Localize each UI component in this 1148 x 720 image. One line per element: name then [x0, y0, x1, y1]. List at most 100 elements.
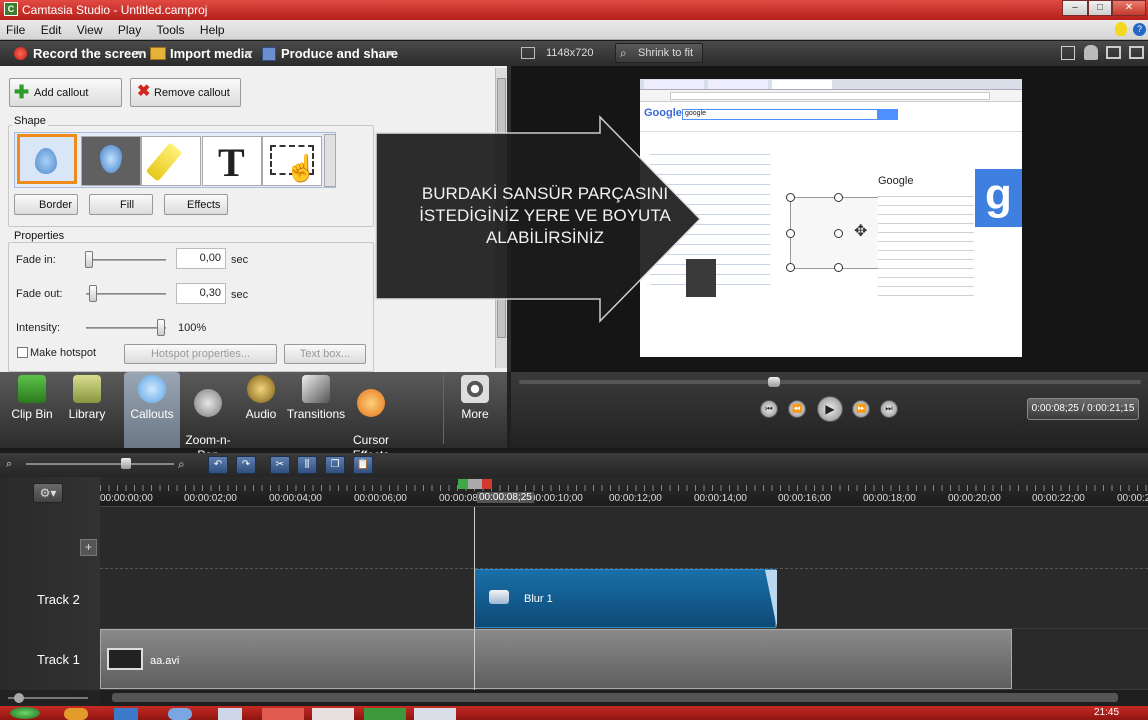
skip-back-button[interactable]: ⏮ [760, 400, 778, 418]
media-icon[interactable] [218, 708, 242, 720]
gear-icon[interactable]: ⚙▾ [33, 483, 63, 503]
scrub-thumb[interactable] [768, 377, 780, 387]
menu-help[interactable]: Help [194, 20, 231, 37]
hotspot-properties-button[interactable]: Hotspot properties... [124, 344, 277, 364]
tab-audio-label: Audio [245, 407, 277, 421]
taskbar-app[interactable] [414, 708, 456, 720]
fade-out-handle[interactable] [765, 570, 777, 628]
pan-hand-icon[interactable] [1084, 45, 1098, 60]
remove-callout-button[interactable]: ✖ Remove callout [130, 78, 241, 107]
dimensions-icon[interactable] [521, 47, 535, 59]
timeline-zoom-slider[interactable] [26, 463, 174, 465]
fade-out-slider[interactable] [86, 293, 166, 295]
track-1-label[interactable]: Track 1 [37, 652, 80, 667]
resize-handle[interactable] [786, 263, 795, 272]
video-clip[interactable]: aa.avi [100, 629, 1012, 689]
taskbar-app[interactable] [312, 708, 354, 720]
menu-file[interactable]: File [0, 20, 31, 37]
chevron-down-icon[interactable] [386, 51, 394, 56]
paste-button[interactable]: 📋 [353, 456, 373, 474]
maximize-button[interactable]: □ [1088, 0, 1112, 16]
skip-forward-button[interactable]: ⏭ [880, 400, 898, 418]
fast-forward-button[interactable]: ⏩ [852, 400, 870, 418]
tab-transitions[interactable]: Transitions [286, 372, 346, 448]
cut-button[interactable]: ✂ [270, 456, 290, 474]
explorer-icon[interactable] [114, 708, 138, 720]
shape-text[interactable]: T [202, 136, 262, 186]
shape-hotspot[interactable]: ☝ [262, 136, 322, 186]
taskbar-app[interactable] [262, 708, 304, 720]
zoom-in-icon[interactable]: ⌕ [178, 457, 185, 472]
fade-out-input[interactable]: 0,30 [176, 283, 226, 304]
tab-cursor-effects[interactable]: Cursor Effects [346, 372, 396, 462]
split-button[interactable]: ⫼ [297, 456, 317, 474]
fade-out-thumb[interactable] [89, 285, 97, 302]
shape-highlight[interactable] [141, 136, 201, 186]
timeline-hscroll[interactable] [100, 690, 1148, 706]
play-button[interactable]: ▶ [817, 396, 843, 422]
import-media-button[interactable]: Import media [170, 46, 252, 61]
intensity-slider[interactable] [86, 327, 166, 329]
menu-edit[interactable]: Edit [35, 20, 68, 37]
menu-view[interactable]: View [71, 20, 109, 37]
tips-icon[interactable] [1115, 22, 1127, 36]
zoom-out-icon[interactable]: ⌕ [6, 458, 12, 471]
resize-handle[interactable] [786, 193, 795, 202]
tab-library[interactable]: Library [64, 372, 110, 448]
chevron-down-icon[interactable] [245, 51, 253, 56]
border-dropdown[interactable]: Border [14, 194, 78, 215]
record-screen-button[interactable]: Record the screen [33, 46, 146, 61]
resize-handle[interactable] [834, 229, 843, 238]
zoom-dropdown[interactable]: ⌕ Shrink to fit [615, 43, 703, 63]
tab-zoom-n-pan[interactable]: Zoom-n- Pan [182, 372, 234, 462]
add-track-button[interactable]: + [80, 539, 97, 556]
timeline-ruler[interactable]: 00:00:00;00 00:00:02;00 00:00:04;00 00:0… [100, 477, 1148, 507]
track-height-thumb[interactable] [14, 693, 24, 703]
intensity-thumb[interactable] [157, 319, 165, 336]
tab-callouts[interactable]: Callouts [124, 372, 180, 448]
tab-clip-bin[interactable]: Clip Bin [0, 372, 64, 448]
shape-scrollbar[interactable] [324, 134, 336, 187]
start-button[interactable] [10, 707, 40, 719]
resize-handle[interactable] [834, 263, 843, 272]
fade-in-thumb[interactable] [85, 251, 93, 268]
shape-blur-bubble[interactable] [17, 134, 77, 184]
chevron-down-icon[interactable] [136, 51, 144, 56]
blur-clip[interactable]: Blur 1 [474, 569, 777, 628]
fade-in-input[interactable]: 0,00 [176, 248, 226, 269]
help-icon[interactable]: ? [1133, 23, 1146, 36]
effects-dropdown[interactable]: Effects [164, 194, 228, 215]
crop-icon[interactable] [1061, 46, 1075, 60]
redo-button[interactable]: ↷ [236, 456, 256, 474]
text-box-button[interactable]: Text box... [284, 344, 366, 364]
make-hotspot-checkbox[interactable] [17, 347, 28, 358]
copy-button[interactable]: ❐ [325, 456, 345, 474]
dimensions-label[interactable]: 1148x720 [546, 47, 594, 59]
resize-handle[interactable] [786, 229, 795, 238]
close-button[interactable]: ✕ [1112, 0, 1146, 16]
produce-share-button[interactable]: Produce and share [281, 46, 398, 61]
tab-audio[interactable]: Audio [238, 372, 284, 448]
undo-button[interactable]: ↶ [208, 456, 228, 474]
shape-blur-drop[interactable] [81, 136, 141, 186]
add-callout-button[interactable]: ✚ Add callout [9, 78, 122, 107]
firefox-icon[interactable] [64, 708, 88, 720]
menu-play[interactable]: Play [112, 20, 147, 37]
fade-in-slider[interactable] [86, 259, 166, 261]
track-height-slider[interactable] [0, 690, 100, 706]
camtasia-taskbar-icon[interactable] [364, 708, 406, 720]
rewind-button[interactable]: ⏪ [788, 400, 806, 418]
track-2-label[interactable]: Track 2 [37, 592, 80, 607]
timeline-zoom-thumb[interactable] [121, 458, 131, 469]
ie-icon[interactable] [168, 708, 192, 720]
minimize-button[interactable]: – [1062, 0, 1088, 16]
scrub-bar[interactable] [519, 380, 1141, 384]
playhead-marker[interactable] [458, 479, 492, 489]
tab-more[interactable]: More [452, 372, 498, 448]
menu-tools[interactable]: Tools [151, 20, 191, 37]
fullscreen-icon[interactable] [1129, 46, 1144, 59]
timeline-hscroll-thumb[interactable] [112, 693, 1118, 702]
detach-icon[interactable] [1106, 46, 1121, 59]
resize-handle[interactable] [834, 193, 843, 202]
fill-dropdown[interactable]: Fill [89, 194, 153, 215]
